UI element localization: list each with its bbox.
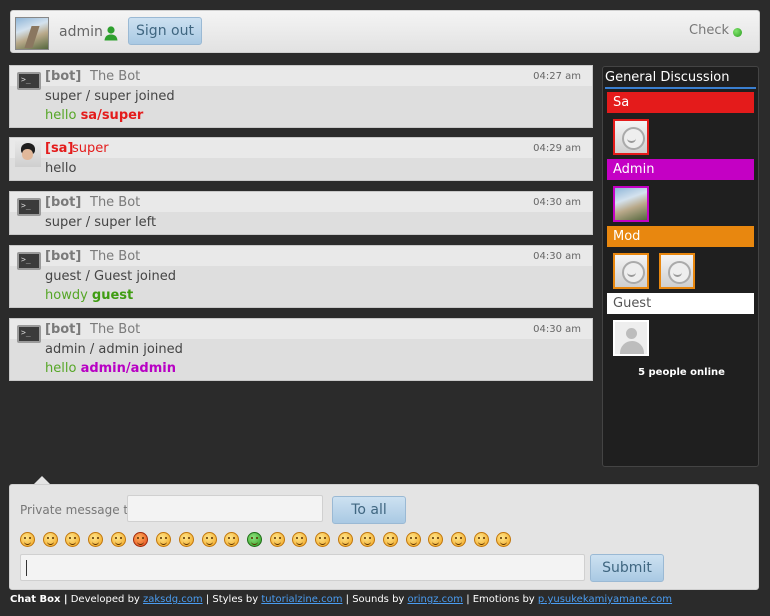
message-author: super bbox=[72, 141, 109, 156]
message-author: The Bot bbox=[90, 69, 141, 84]
message-text: guest / Guest joined bbox=[45, 269, 176, 284]
message-time: 04:29 am bbox=[533, 143, 581, 154]
avatar[interactable] bbox=[15, 17, 49, 50]
footer-brand: Chat Box | bbox=[10, 594, 68, 605]
emoticon-icon[interactable] bbox=[337, 532, 353, 547]
message-role: [bot] bbox=[45, 322, 82, 337]
emoticon-icon[interactable] bbox=[178, 532, 194, 547]
emoticon-icon[interactable] bbox=[156, 532, 172, 547]
text-caret bbox=[26, 560, 27, 576]
group-header-sa: Sa bbox=[607, 92, 754, 113]
emoticon-icon[interactable] bbox=[65, 532, 81, 547]
message-composer: Private message to To all Submit bbox=[9, 484, 759, 590]
user-avatar-smiley-icon[interactable] bbox=[613, 253, 649, 289]
user-photo-avatar bbox=[15, 141, 41, 167]
message-time: 04:27 am bbox=[533, 71, 581, 82]
chat-app: admin Sign out Check [bot] The Bot 04:27… bbox=[0, 0, 770, 616]
user-avatar-smiley-icon[interactable] bbox=[659, 253, 695, 289]
to-all-button[interactable]: To all bbox=[332, 496, 406, 524]
online-users-panel: General Discussion Sa Admin Mod Guest 5 … bbox=[602, 66, 759, 467]
message-time: 04:30 am bbox=[533, 251, 581, 262]
terminal-icon bbox=[17, 325, 41, 343]
emoticon-icon[interactable] bbox=[314, 532, 330, 547]
emoticon-icon[interactable] bbox=[88, 532, 104, 547]
greeting-text: howdy bbox=[45, 288, 88, 303]
emotions-link[interactable]: p.yusukekamiyamane.com bbox=[538, 594, 672, 605]
chat-message: [sa] super 04:29 am hello bbox=[9, 137, 593, 181]
emoticon-icon[interactable] bbox=[451, 532, 467, 547]
emoticon-icon[interactable] bbox=[405, 532, 421, 547]
room-title: General Discussion bbox=[605, 70, 756, 89]
mention-text: admin/admin bbox=[80, 361, 176, 376]
message-time: 04:30 am bbox=[533, 197, 581, 208]
message-text: admin / admin joined bbox=[45, 342, 183, 357]
emoticon-icon[interactable] bbox=[383, 532, 398, 547]
chat-message: [bot] The Bot 04:30 am guest / Guest joi… bbox=[9, 245, 593, 308]
status-dot-icon bbox=[733, 28, 742, 37]
sign-out-button[interactable]: Sign out bbox=[128, 17, 202, 45]
footer-text: | Sounds by bbox=[342, 594, 408, 605]
emoticon-icon[interactable] bbox=[496, 532, 512, 547]
message-text-2: hello admin/admin bbox=[45, 361, 176, 376]
message-role: [bot] bbox=[45, 69, 82, 84]
greeting-text: hello bbox=[45, 361, 77, 376]
footer-text: Developed by bbox=[67, 594, 144, 605]
emoticon-icon[interactable] bbox=[292, 532, 308, 547]
online-count: 5 people online bbox=[638, 367, 725, 378]
user-avatar-default-icon[interactable] bbox=[613, 320, 649, 356]
message-role: [bot] bbox=[45, 249, 82, 264]
emoticon-icon[interactable] bbox=[428, 532, 444, 547]
user-avatar-admin[interactable] bbox=[613, 186, 649, 222]
message-author: The Bot bbox=[90, 322, 141, 337]
footer-credits: Chat Box | Developed by zaksdg.com | Sty… bbox=[10, 594, 672, 605]
emoticon-icon[interactable] bbox=[473, 532, 489, 547]
emoticon-bar bbox=[20, 532, 514, 550]
emoticon-icon[interactable] bbox=[360, 532, 376, 547]
message-text-2: hello sa/super bbox=[45, 108, 143, 123]
message-text: super / super joined bbox=[45, 89, 175, 104]
message-role: [sa] bbox=[45, 141, 74, 156]
group-header-admin: Admin bbox=[607, 159, 754, 180]
terminal-icon bbox=[17, 72, 41, 90]
user-icon bbox=[104, 26, 118, 41]
terminal-icon bbox=[17, 252, 41, 270]
message-role: [bot] bbox=[45, 195, 82, 210]
emoticon-icon[interactable] bbox=[269, 532, 285, 547]
footer-text: | Styles by bbox=[202, 594, 262, 605]
chat-message: [bot] The Bot 04:30 am super / super lef… bbox=[9, 191, 593, 235]
emoticon-icon[interactable] bbox=[42, 532, 58, 547]
mention-text: guest bbox=[91, 288, 134, 303]
group-header-guest: Guest bbox=[607, 293, 754, 314]
emoticon-icon[interactable] bbox=[20, 532, 35, 547]
message-input[interactable] bbox=[20, 554, 585, 581]
user-avatar-smiley-icon[interactable] bbox=[613, 119, 649, 155]
emoticon-icon[interactable] bbox=[110, 532, 126, 547]
check-status-label[interactable]: Check bbox=[689, 23, 729, 38]
current-username: admin bbox=[59, 24, 103, 40]
greeting-text: hello bbox=[45, 108, 77, 123]
emoticon-icon[interactable] bbox=[246, 532, 262, 547]
footer-text: | Emotions by bbox=[463, 594, 538, 605]
message-time: 04:30 am bbox=[533, 324, 581, 335]
top-bar: admin Sign out Check bbox=[10, 10, 760, 53]
group-header-mod: Mod bbox=[607, 226, 754, 247]
developer-link[interactable]: zaksdg.com bbox=[143, 594, 203, 605]
emoticon-icon[interactable] bbox=[133, 532, 149, 547]
emoticon-icon[interactable] bbox=[224, 532, 240, 547]
message-text: super / super left bbox=[45, 215, 157, 230]
private-message-label: Private message to bbox=[20, 503, 136, 517]
styles-link[interactable]: tutorialzine.com bbox=[261, 594, 342, 605]
submit-button[interactable]: Submit bbox=[590, 554, 664, 582]
chat-message: [bot] The Bot 04:30 am admin / admin joi… bbox=[9, 318, 593, 381]
message-author: The Bot bbox=[90, 249, 141, 264]
chat-message: [bot] The Bot 04:27 am super / super joi… bbox=[9, 65, 593, 128]
message-author: The Bot bbox=[90, 195, 141, 210]
terminal-icon bbox=[17, 198, 41, 216]
message-text-2: howdy guest bbox=[45, 288, 133, 303]
mention-text: sa/super bbox=[80, 108, 144, 123]
emoticon-icon[interactable] bbox=[201, 532, 217, 547]
sounds-link[interactable]: oringz.com bbox=[408, 594, 463, 605]
message-text: hello bbox=[45, 161, 77, 176]
private-recipient-input[interactable] bbox=[127, 495, 323, 522]
